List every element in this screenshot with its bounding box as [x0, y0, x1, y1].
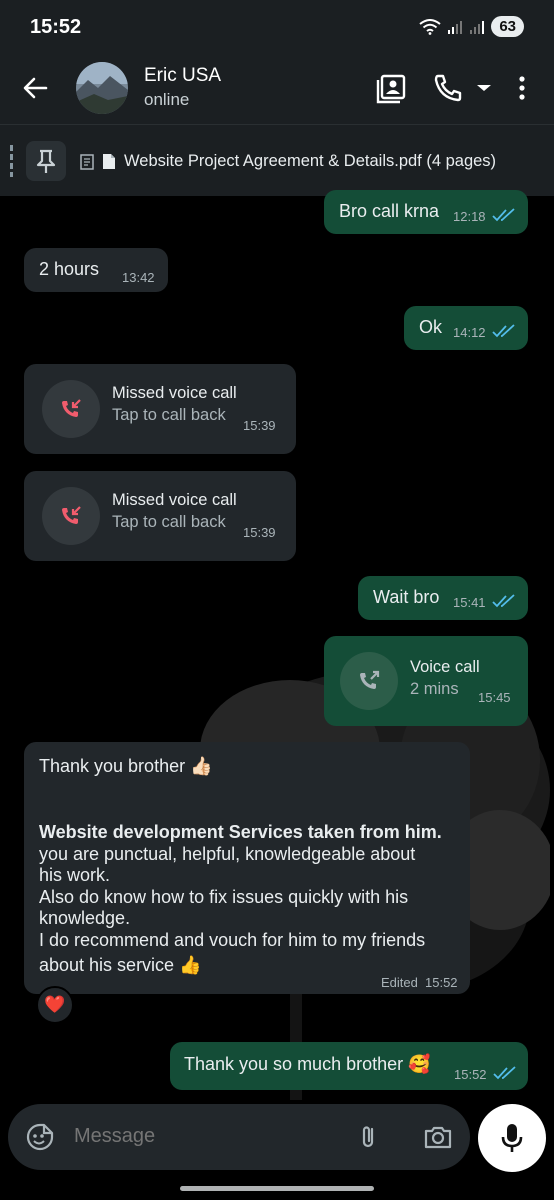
missed-call-bubble[interactable]: Missed voice call Tap to call back 15:39 [24, 471, 296, 561]
message-composer [8, 1104, 470, 1170]
camera-icon[interactable] [422, 1121, 454, 1153]
message-body-line: Also do know how to fix issues quickly w… [39, 886, 409, 907]
voice-call-bubble[interactable]: Voice call 2 mins 15:45 [324, 636, 528, 726]
message-text-line: Thank you brother 👍🏻 [39, 756, 213, 776]
call-title: Missed voice call [112, 384, 237, 402]
message-text: Thank you so much brother 🥰 [184, 1054, 431, 1074]
voice-call-icon-circle [340, 652, 398, 710]
pinned-message-text[interactable]: Website Project Agreement & Details.pdf … [80, 152, 496, 171]
missed-call-icon-circle [42, 487, 100, 545]
message-body-line: his work. [39, 865, 111, 885]
call-subtitle: Tap to call back [112, 406, 226, 424]
message-time: 15:39 [243, 418, 276, 433]
message-time: 13:42 [122, 270, 155, 285]
message-body-line: I do recommend and vouch for him to my f… [39, 929, 426, 950]
signal-icon [448, 20, 463, 34]
call-title: Missed voice call [112, 491, 237, 509]
message-bubble-incoming-long[interactable]: Thank you brother 👍🏻 Website development… [24, 742, 470, 994]
wifi-icon [419, 18, 441, 35]
status-bar: 15:52 63 [0, 0, 554, 56]
call-subtitle: 2 mins [410, 680, 459, 698]
more-options-icon[interactable] [504, 70, 540, 106]
document-icon [80, 153, 94, 170]
message-time: 12:18 [453, 209, 486, 224]
pinned-document-title: Website Project Agreement & Details.pdf … [124, 152, 497, 170]
message-list[interactable]: Bro call krna 12:18 2 hours 13:42 Ok 14:… [0, 190, 554, 1104]
avatar[interactable] [76, 62, 128, 114]
microphone-icon [501, 1124, 523, 1152]
message-text: 2 hours [39, 259, 100, 279]
navigation-gesture-bar[interactable] [180, 1186, 374, 1191]
read-ticks-icon [492, 208, 515, 222]
message-bubble-outgoing[interactable]: Thank you so much brother 🥰 15:52 [170, 1042, 528, 1090]
missed-call-icon [62, 506, 81, 524]
message-bubble-outgoing[interactable]: Bro call krna 12:18 [324, 190, 528, 234]
call-title: Voice call [410, 658, 480, 676]
contact-card-icon[interactable] [374, 70, 410, 106]
read-ticks-icon [492, 324, 515, 338]
pdf-file-icon [103, 154, 115, 169]
message-body-line: knowledge. [39, 908, 131, 928]
status-icons: 63 [419, 16, 524, 37]
read-ticks-icon [493, 1066, 516, 1080]
battery-indicator: 63 [491, 16, 524, 37]
pinned-indicator [10, 145, 13, 177]
phone-call-icon[interactable] [430, 70, 466, 106]
contact-name[interactable]: Eric USA [144, 65, 221, 87]
attachment-paperclip-icon[interactable] [352, 1121, 384, 1153]
back-arrow-icon[interactable] [18, 70, 54, 106]
read-ticks-icon [492, 594, 515, 608]
call-subtitle: Tap to call back [112, 513, 226, 531]
message-text: Wait bro [373, 587, 440, 607]
edited-label: Edited [381, 975, 418, 990]
signal-icon-2 [470, 20, 485, 34]
message-bubble-incoming[interactable]: 2 hours 13:42 [24, 248, 168, 292]
message-bubble-outgoing[interactable]: Ok 14:12 [404, 306, 528, 350]
missed-call-icon [62, 399, 81, 417]
message-body: Website development Services taken from … [39, 822, 469, 977]
message-time: 14:12 [453, 325, 486, 340]
outgoing-call-icon [360, 670, 380, 689]
message-bubble-outgoing[interactable]: Wait bro 15:41 [358, 576, 528, 620]
pinned-message-bar[interactable]: Website Project Agreement & Details.pdf … [0, 124, 554, 196]
missed-call-bubble[interactable]: Missed voice call Tap to call back 15:39 [24, 364, 296, 454]
missed-call-icon-circle [42, 380, 100, 438]
status-time: 15:52 [30, 16, 82, 38]
pin-button[interactable] [26, 141, 66, 181]
contact-status: online [144, 90, 190, 109]
message-body-line: about his service 👍 [39, 955, 202, 975]
message-time: 15:52 [454, 1067, 487, 1082]
message-text: Ok [419, 317, 443, 337]
message-time: 15:45 [478, 690, 511, 705]
message-input[interactable] [74, 1125, 324, 1148]
message-time: 15:52 [425, 975, 458, 990]
chat-header: Eric USA online [0, 56, 554, 124]
message-bold-line: Website development Services taken from … [39, 822, 442, 842]
message-time: 15:39 [243, 525, 276, 540]
message-text: Bro call krna [339, 201, 440, 221]
sticker-emoji-icon[interactable] [24, 1121, 56, 1153]
pin-icon [36, 149, 56, 173]
message-body-line: you are punctual, helpful, knowledgeable… [39, 843, 416, 864]
call-dropdown-chevron-icon[interactable] [466, 70, 502, 106]
heart-reaction[interactable]: ❤️ [36, 986, 74, 1024]
message-time: 15:41 [453, 595, 486, 610]
voice-record-button[interactable] [478, 1104, 546, 1172]
